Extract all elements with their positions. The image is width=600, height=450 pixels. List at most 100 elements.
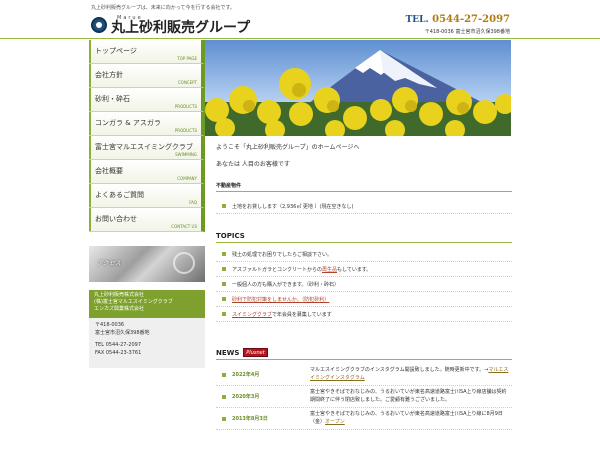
nav-sublabel: CONTACT US — [171, 224, 197, 229]
nav-label: 富士宮マルエスイミングクラブ — [95, 143, 193, 151]
nav-label: 会社概要 — [95, 167, 123, 175]
company-name: 丸上砂利販売株式会社 — [94, 292, 145, 298]
nav-marker — [89, 208, 91, 231]
sidebar-item-recycled[interactable]: コンガラ & アスガラ PRODUCTS — [89, 112, 205, 136]
nav-label: よくあるご質問 — [95, 191, 144, 199]
topic-item: 残土の処理でお困りでしたらご相談下さい。 — [216, 247, 512, 262]
nav-label: 会社方針 — [95, 71, 123, 79]
logo-emblem-icon — [91, 17, 107, 33]
topic-text-after: で年会員を募集しています — [271, 311, 332, 318]
news-date-cell: 2013年8月3日 — [216, 415, 310, 422]
topic-text-after: もしています。 — [337, 266, 372, 273]
site-logo[interactable]: Marue 丸上砂利販売グループ — [91, 14, 250, 36]
topic-text: アスファルトガラとコンクリートからの — [232, 266, 323, 273]
hero-image — [205, 40, 511, 136]
real-estate-item: 土地をお貸しします（2,936㎡ 更地 ）(現在空きなし) — [216, 199, 512, 214]
bullet-icon — [222, 282, 226, 286]
nav-sublabel: COMPANY — [177, 176, 197, 181]
access-banner-label: アクセス — [97, 260, 121, 267]
news-date-cell: 2020年3月 — [216, 393, 310, 400]
bullet-icon — [222, 416, 226, 421]
news-item: 2020年3月 富士宮やきそばでおなじみの、うるおいていが東名高速道路富士川SA… — [216, 386, 512, 408]
nav-label: 砂利・砕石 — [95, 95, 130, 103]
site-tagline: 丸上砂利販売グループは、未来に向かって今を行する会社です。 — [91, 5, 235, 11]
nav-label: コンガラ & アスガラ — [95, 119, 161, 127]
visitor-counter: あなたは 人目のお客様です — [216, 161, 290, 168]
topic-item: 砂利で防犯対策をしませんか。（防犯砂利） — [216, 292, 512, 307]
news-text-cell: 富士宮やきそばでおなじみの、うるおいていが東名高速道路富士川SA上り線店舗は契約… — [310, 389, 512, 404]
news-badge: Plusnet — [243, 348, 268, 357]
news-text: マルエスイミングクラブのインスタグラム開設致しました。随時更新中です。→ — [310, 367, 489, 374]
news-date-cell: 2022年4月 — [216, 371, 310, 378]
bullet-icon — [222, 372, 226, 377]
info-zip: 〒418-0036 — [95, 322, 125, 328]
nav-sublabel: PRODUCTS — [174, 104, 197, 109]
bullet-icon — [222, 312, 226, 316]
header-address: 〒418-0036 富士宮市沼久保398番地 — [424, 29, 510, 35]
bullet-icon — [222, 267, 226, 271]
nav-marker — [89, 88, 91, 111]
topic-item: アスファルトガラとコンクリートからの 再生品 もしています。 — [216, 262, 512, 277]
company-name: エンカズ興業株式会社 — [94, 306, 145, 312]
nav-sublabel: SWIMMING — [175, 152, 197, 157]
header-divider — [0, 38, 600, 39]
nav-label: トップページ — [95, 47, 137, 55]
news-item: 2013年8月3日 富士宮やきそばでおなじみの、うるおいていが東名高速道路富士川… — [216, 408, 512, 430]
info-tel: TEL 0544-27-2097 — [95, 342, 142, 348]
nav-sublabel: PRODUCTS — [174, 128, 197, 133]
nav-sublabel: CONCEPT — [177, 80, 197, 85]
access-banner[interactable]: アクセス — [89, 246, 205, 282]
group-companies: 丸上砂利販売株式会社 (株)富士宮マルエスイミングクラブ エンカズ興業株式会社 — [89, 290, 205, 318]
news-date: 2022年4月 — [232, 372, 260, 378]
real-estate-text: 土地をお貸しします（2,936㎡ 更地 ）(現在空きなし) — [232, 203, 354, 210]
security-gravel-link[interactable]: 砂利で防犯対策をしませんか。（防犯砂利） — [232, 296, 329, 303]
topics-list: 残土の処理でお困りでしたらご相談下さい。 アスファルトガラとコンクリートからの … — [216, 247, 512, 322]
welcome-message: ようこそ「丸上砂利販売グループ」のホームページへ — [216, 144, 360, 151]
news-text-cell: 富士宮やきそばでおなじみの、うるおいていが東名高速道路富士川SA上り線に8月9日… — [310, 411, 512, 426]
logo-text: Marue 丸上砂利販売グループ — [111, 15, 251, 36]
nav-marker — [89, 112, 91, 135]
sidebar-item-concept[interactable]: 会社方針 CONCEPT — [89, 64, 205, 88]
sidebar-item-top[interactable]: トップページ TOP PAGE — [89, 40, 205, 64]
sidebar-item-swimming[interactable]: 富士宮マルエスイミングクラブ SWIMMING — [89, 136, 205, 160]
header-phone: TEL. 0544-27-2097 — [406, 14, 510, 25]
nav-marker — [89, 160, 91, 183]
nav-marker — [89, 64, 91, 87]
swimming-club-link[interactable]: スイミングクラブ — [232, 311, 272, 318]
nav-marker — [89, 184, 91, 207]
company-contact-info: 〒418-0036 富士宮市沼久保398番地 TEL 0544-27-2097 … — [89, 318, 205, 368]
nav-marker — [89, 40, 91, 63]
sidebar-nav: トップページ TOP PAGE 会社方針 CONCEPT 砂利・砕石 PRODUCTS… — [89, 40, 205, 232]
bullet-icon — [222, 204, 226, 208]
real-estate-heading: 不動産物件 — [216, 182, 512, 192]
topic-item: スイミングクラブ で年会員を募集しています — [216, 307, 512, 322]
open-link[interactable]: オープン — [325, 419, 345, 425]
news-list: 2022年4月 マルエスイミングクラブのインスタグラム開設致しました。随時更新中… — [216, 364, 512, 430]
mount-fuji-illustration — [205, 50, 511, 136]
sidebar-item-gravel[interactable]: 砂利・砕石 PRODUCTS — [89, 88, 205, 112]
company-name: (株)富士宮マルエスイミングクラブ — [94, 299, 173, 305]
logo-title: 丸上砂利販売グループ — [111, 19, 251, 36]
nav-label: お問い合わせ — [95, 215, 137, 223]
topic-item: 一般個人の方も購入ができます。（砂利・砕石） — [216, 277, 512, 292]
nav-sublabel: TOP PAGE — [177, 56, 197, 61]
info-address: 富士宮市沼久保398番地 — [95, 329, 150, 336]
bullet-icon — [222, 394, 226, 399]
bullet-icon — [222, 297, 226, 301]
nav-sublabel: FAQ — [189, 200, 197, 205]
tel-number: 0544-27-2097 — [432, 14, 510, 25]
info-fax: FAX 0544-23-3761 — [95, 349, 142, 356]
sidebar-item-contact[interactable]: お問い合わせ CONTACT US — [89, 208, 205, 232]
sidebar-item-faq[interactable]: よくあるご質問 FAQ — [89, 184, 205, 208]
nav-marker — [89, 136, 91, 159]
news-text-cell: マルエスイミングクラブのインスタグラム開設致しました。随時更新中です。→マルエス… — [310, 367, 512, 382]
news-date: 2020年3月 — [232, 394, 260, 400]
bullet-icon — [222, 252, 226, 256]
topics-heading: TOPICS — [216, 232, 512, 243]
news-item: 2022年4月 マルエスイミングクラブのインスタグラム開設致しました。随時更新中… — [216, 364, 512, 386]
banner-decoration — [173, 252, 195, 274]
tel-label: TEL. — [405, 15, 429, 25]
recycled-products-link[interactable]: 再生品 — [322, 266, 337, 273]
sidebar-item-company[interactable]: 会社概要 COMPANY — [89, 160, 205, 184]
topic-text: 一般個人の方も購入ができます。（砂利・砕石） — [232, 281, 340, 288]
